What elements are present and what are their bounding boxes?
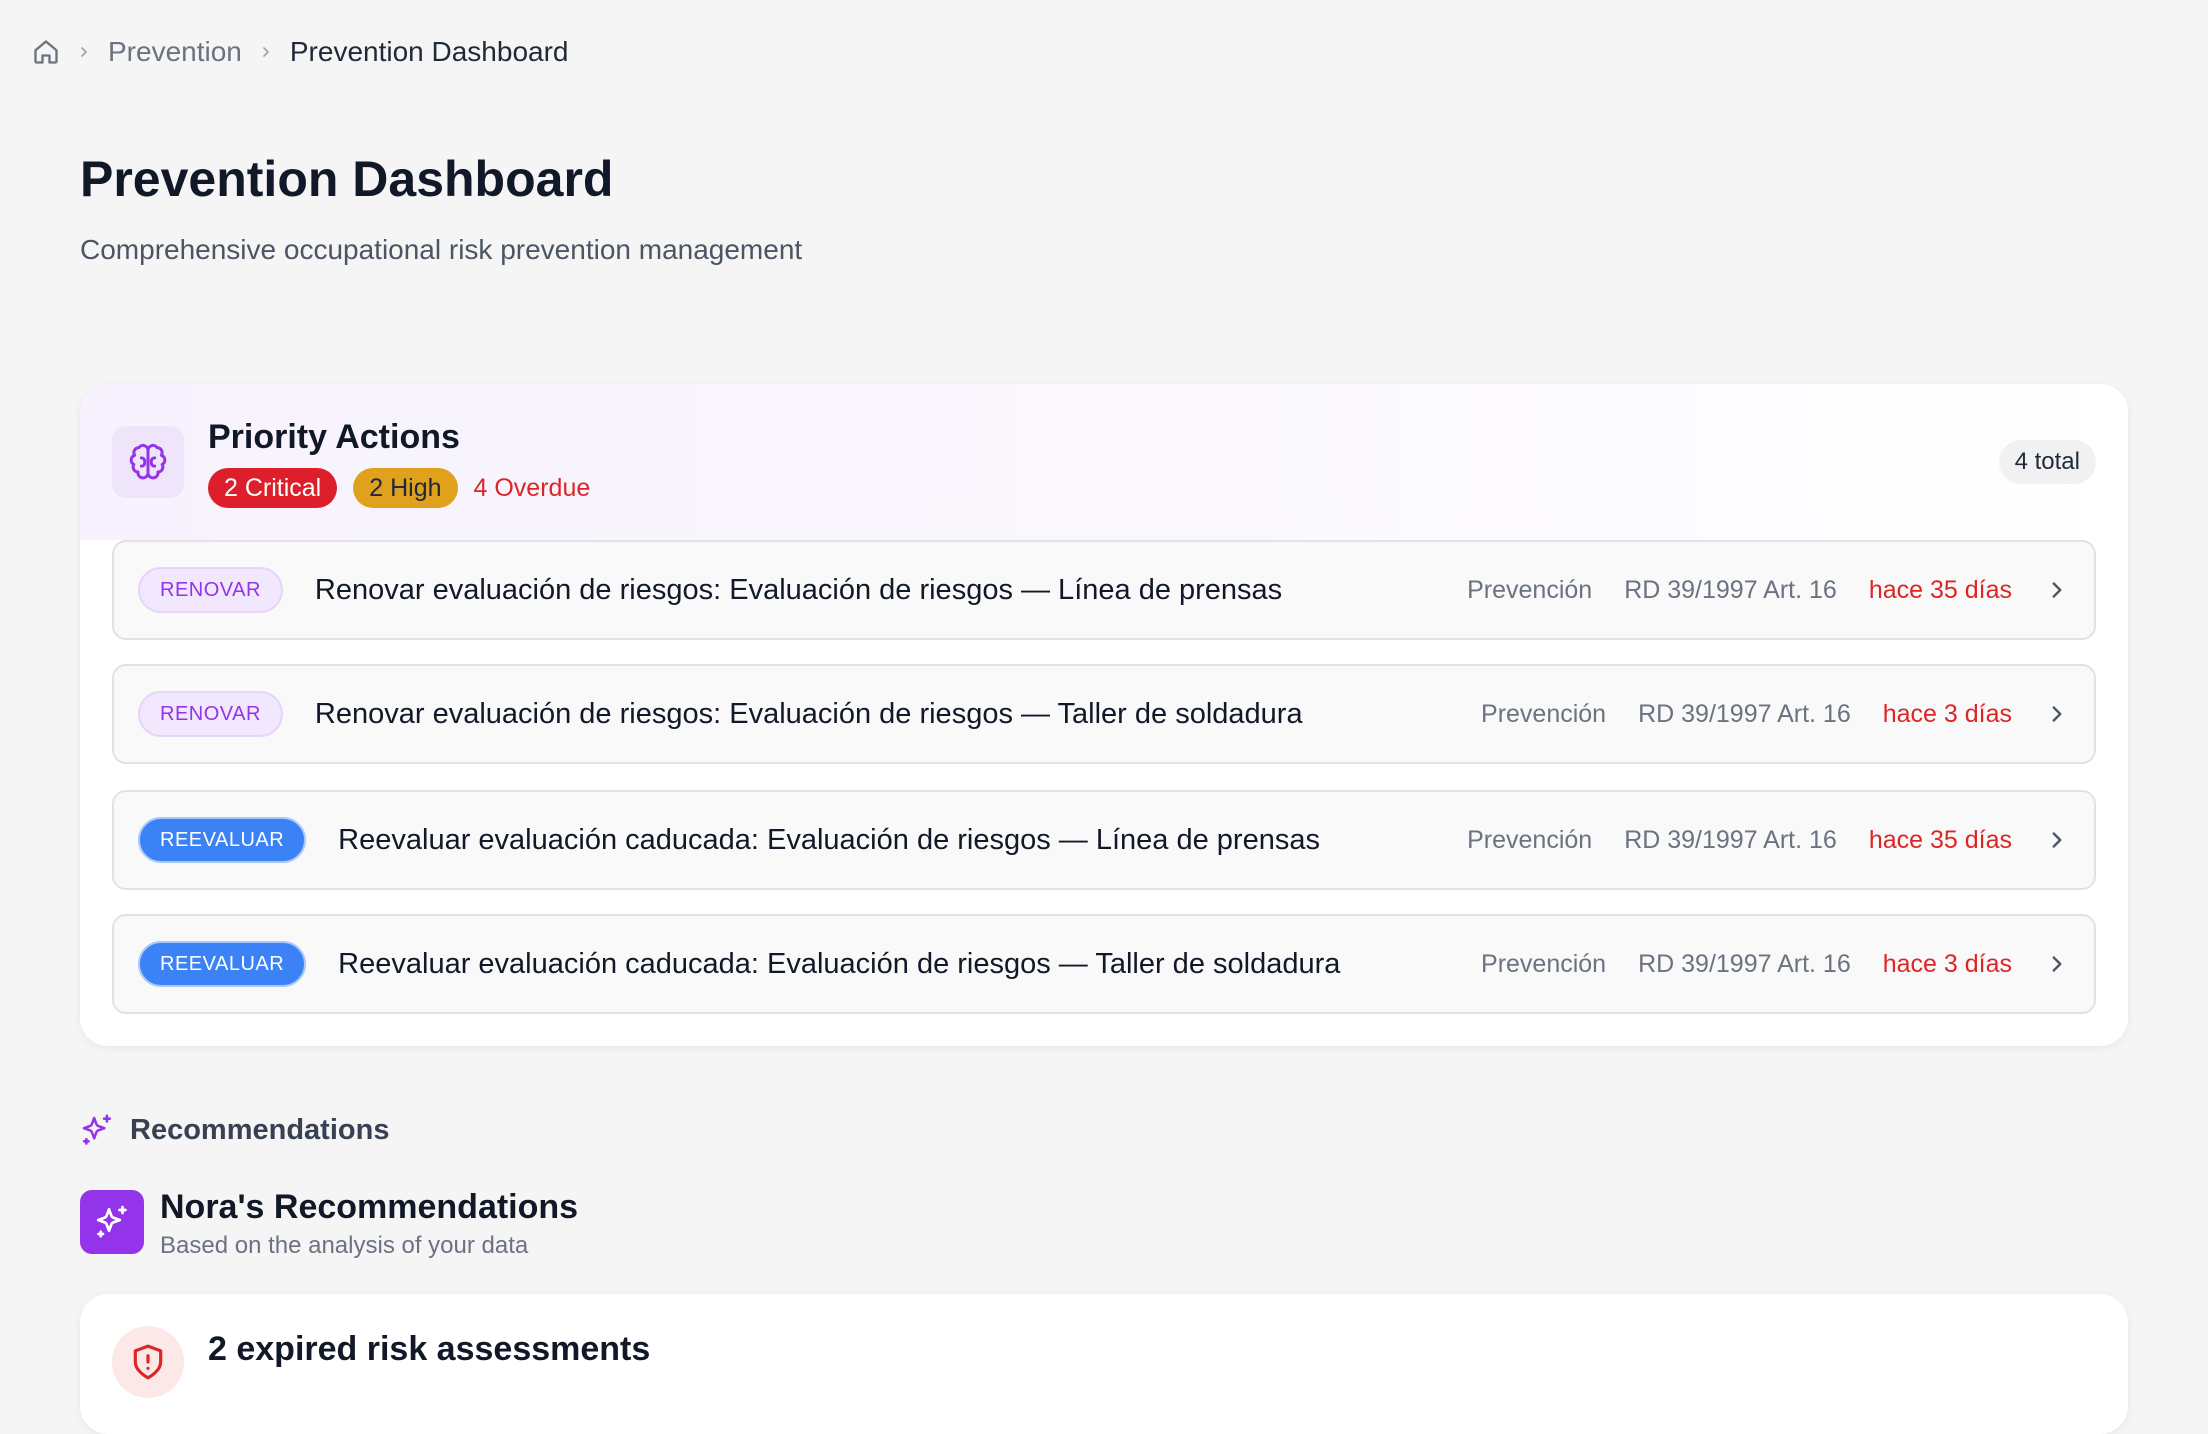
- action-title: Renovar evaluación de riesgos: Evaluació…: [314, 573, 1283, 606]
- page-title: Prevention Dashboard: [80, 151, 614, 207]
- action-tag: REEVALUAR: [138, 941, 307, 987]
- breadcrumb-current: Prevention Dashboard: [289, 36, 569, 67]
- high-badge: 2 High: [353, 468, 458, 508]
- recommendation-title: 2 expired risk assessments: [208, 1330, 651, 1368]
- chevron-right-icon[interactable]: [2044, 701, 2070, 727]
- total-count-badge: 4 total: [1998, 440, 2096, 484]
- action-area: Prevención: [1467, 825, 1593, 854]
- action-regulation: RD 39/1997 Art. 16: [1624, 575, 1837, 604]
- action-overdue-time: hace 3 días: [1882, 699, 2012, 728]
- action-tag: REEVALUAR: [138, 817, 307, 863]
- nora-recommendations-title: Nora's Recommendations: [160, 1188, 579, 1226]
- action-tag: RENOVAR: [138, 691, 283, 737]
- action-row[interactable]: RENOVAR Renovar evaluación de riesgos: E…: [112, 540, 2096, 640]
- action-regulation: RD 39/1997 Art. 16: [1638, 949, 1851, 978]
- home-icon[interactable]: [32, 38, 60, 66]
- action-title: Reevaluar evaluación caducada: Evaluació…: [338, 947, 1341, 980]
- sparkles-icon: [80, 1190, 144, 1254]
- action-area: Prevención: [1467, 575, 1593, 604]
- action-overdue-time: hace 35 días: [1868, 575, 2012, 604]
- action-row[interactable]: RENOVAR Renovar evaluación de riesgos: E…: [112, 664, 2096, 764]
- brain-icon: [112, 426, 184, 498]
- recommendations-section-label: Recommendations: [80, 1110, 389, 1150]
- shield-alert-icon: [112, 1326, 184, 1398]
- action-regulation: RD 39/1997 Art. 16: [1624, 825, 1837, 854]
- chevron-right-icon[interactable]: [2044, 827, 2070, 853]
- action-overdue-time: hace 3 días: [1882, 949, 2012, 978]
- chevron-right-icon: [258, 44, 274, 60]
- action-area: Prevención: [1481, 699, 1607, 728]
- recommendation-card[interactable]: 2 expired risk assessments: [80, 1294, 2128, 1434]
- recommendations-label: Recommendations: [130, 1113, 390, 1146]
- breadcrumb-link-prevention[interactable]: Prevention: [108, 36, 242, 68]
- action-title: Renovar evaluación de riesgos: Evaluació…: [314, 697, 1303, 730]
- sparkles-icon: [80, 1113, 114, 1147]
- priority-actions-header: Priority Actions 2 Critical 2 High 4 Ove…: [80, 384, 2128, 540]
- priority-actions-card: Priority Actions 2 Critical 2 High 4 Ove…: [80, 384, 2128, 1046]
- priority-badges: 2 Critical 2 High 4 Overdue: [208, 468, 590, 508]
- action-area: Prevención: [1481, 949, 1607, 978]
- priority-actions-title: Priority Actions: [208, 418, 460, 456]
- page-subtitle: Comprehensive occupational risk preventi…: [80, 234, 803, 265]
- action-title: Reevaluar evaluación caducada: Evaluació…: [338, 823, 1320, 856]
- action-row[interactable]: REEVALUAR Reevaluar evaluación caducada:…: [112, 790, 2096, 890]
- action-overdue-time: hace 35 días: [1868, 825, 2012, 854]
- action-tag: RENOVAR: [138, 567, 283, 613]
- chevron-right-icon[interactable]: [2044, 577, 2070, 603]
- critical-badge: 2 Critical: [208, 468, 338, 508]
- nora-recommendations-subtitle: Based on the analysis of your data: [160, 1232, 529, 1259]
- breadcrumb: Prevention Prevention Dashboard: [32, 32, 569, 72]
- action-regulation: RD 39/1997 Art. 16: [1638, 699, 1851, 728]
- chevron-right-icon[interactable]: [2044, 951, 2070, 977]
- overdue-count: 4 Overdue: [473, 473, 591, 502]
- chevron-right-icon: [76, 44, 92, 60]
- action-row[interactable]: REEVALUAR Reevaluar evaluación caducada:…: [112, 914, 2096, 1014]
